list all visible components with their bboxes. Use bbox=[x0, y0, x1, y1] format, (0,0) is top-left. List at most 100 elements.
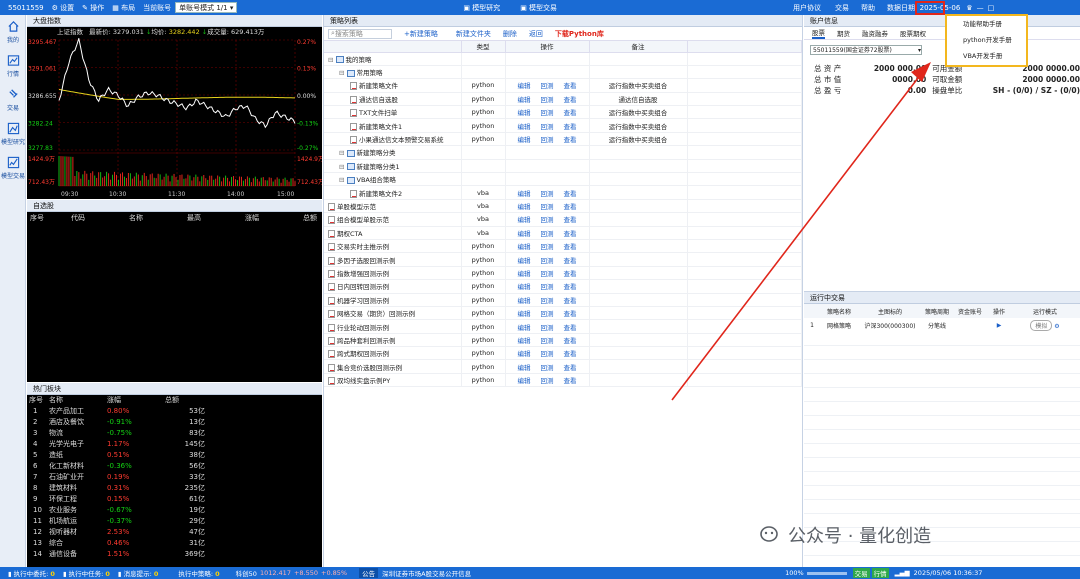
view-link[interactable]: 查看 bbox=[564, 203, 577, 211]
view-link[interactable]: 查看 bbox=[564, 364, 577, 372]
back-button[interactable]: 返回 bbox=[529, 29, 543, 39]
edit-link[interactable]: 编辑 bbox=[518, 82, 531, 90]
edit-link[interactable]: 编辑 bbox=[518, 297, 531, 305]
table-row[interactable]: 2 酒店及餐饮 -0.91% 13亿 bbox=[27, 417, 322, 428]
help-menu[interactable]: 帮助 bbox=[861, 3, 875, 13]
strategy-name[interactable]: 期权CTA bbox=[337, 230, 362, 238]
delete-button[interactable]: 删除 bbox=[503, 29, 517, 39]
notice-text[interactable]: 深圳证券市场A股交易公开信息 bbox=[382, 568, 471, 578]
backtest-link[interactable]: 回测 bbox=[541, 123, 554, 131]
table-row[interactable]: 5 造纸 0.51% 38亿 bbox=[27, 450, 322, 461]
table-row[interactable]: 跨式期权回测示例 python 编辑 回测 查看 bbox=[324, 346, 802, 361]
exec-order-status[interactable]: ▮ 执行中委托: 0 bbox=[8, 568, 55, 578]
strategy-name[interactable]: VBA组合策略 bbox=[357, 176, 396, 184]
edit-link[interactable]: 编辑 bbox=[518, 243, 531, 251]
backtest-link[interactable]: 回测 bbox=[541, 230, 554, 238]
table-row[interactable]: 3 物流 -0.75% 83亿 bbox=[27, 428, 322, 439]
backtest-link[interactable]: 回测 bbox=[541, 216, 554, 224]
backtest-link[interactable]: 回测 bbox=[541, 203, 554, 211]
strategy-name[interactable]: TXT文件扫单 bbox=[359, 109, 397, 117]
edit-link[interactable]: 编辑 bbox=[518, 136, 531, 144]
backtest-link[interactable]: 回测 bbox=[541, 136, 554, 144]
table-row[interactable]: 通达信自选股 python 编辑 回测 查看 通达信自选股 bbox=[324, 92, 802, 107]
table-row[interactable]: 1 农产品加工 0.80% 53亿 bbox=[27, 406, 322, 417]
operate-button[interactable]: ✎ 操作 bbox=[82, 3, 104, 13]
search-input[interactable]: 搜索策略 bbox=[335, 29, 363, 39]
table-row[interactable]: 网格交易（期货）回测示例 python 编辑 回测 查看 bbox=[324, 306, 802, 321]
strategy-name[interactable]: 通达信自选股 bbox=[359, 96, 398, 104]
table-row[interactable]: ⊟ 新建策略分类1 bbox=[324, 159, 802, 174]
view-link[interactable]: 查看 bbox=[564, 230, 577, 238]
backtest-link[interactable]: 回测 bbox=[541, 270, 554, 278]
backtest-link[interactable]: 回测 bbox=[541, 364, 554, 372]
message-status[interactable]: ▮ 消息提示: 0 bbox=[118, 568, 158, 578]
backtest-link[interactable]: 回测 bbox=[541, 337, 554, 345]
edit-link[interactable]: 编辑 bbox=[518, 337, 531, 345]
table-row[interactable]: TXT文件扫单 python 编辑 回测 查看 运行指数中买卖组合 bbox=[324, 105, 802, 120]
nav-item-mine[interactable]: 我的 bbox=[0, 15, 26, 49]
strategy-name[interactable]: 新建策略文件 bbox=[359, 82, 398, 90]
play-icon[interactable]: ▶ bbox=[988, 318, 1010, 332]
view-link[interactable]: 查看 bbox=[564, 257, 577, 265]
table-row[interactable]: 行业轮动回测示例 python 编辑 回测 查看 bbox=[324, 319, 802, 334]
strategy-name[interactable]: 小果通达信文本预警交易系统 bbox=[359, 136, 444, 144]
table-row[interactable]: 期权CTA vba 编辑 回测 查看 bbox=[324, 226, 802, 240]
table-row[interactable]: 组合模型单股示范 vba 编辑 回测 查看 bbox=[324, 212, 802, 227]
backtest-link[interactable]: 回测 bbox=[541, 190, 554, 198]
run-mode-toggle[interactable]: 模拟 ⚙ bbox=[1010, 318, 1080, 332]
edit-link[interactable]: 编辑 bbox=[518, 270, 531, 278]
view-link[interactable]: 查看 bbox=[564, 310, 577, 318]
view-link[interactable]: 查看 bbox=[564, 96, 577, 104]
zoom-level[interactable]: 100% bbox=[785, 569, 804, 577]
collapse-icon[interactable]: ⊟ bbox=[328, 56, 336, 64]
collapse-icon[interactable]: ⊟ bbox=[339, 69, 347, 77]
edit-link[interactable]: 编辑 bbox=[518, 283, 531, 291]
tab-stock[interactable]: 股票 bbox=[812, 27, 825, 39]
strategy-name[interactable]: 我的策略 bbox=[346, 56, 372, 64]
strategy-name[interactable]: 集合竞价选股回测示例 bbox=[337, 364, 402, 372]
table-row[interactable]: 13 综合 0.46% 31亿 bbox=[27, 538, 322, 549]
backtest-link[interactable]: 回测 bbox=[541, 297, 554, 305]
strategy-name[interactable]: 单股模型示范 bbox=[337, 203, 376, 211]
table-row[interactable]: ⊟ VBA组合策略 bbox=[324, 172, 802, 187]
view-link[interactable]: 查看 bbox=[564, 243, 577, 251]
edit-link[interactable]: 编辑 bbox=[518, 216, 531, 224]
table-row[interactable]: 11 机场航运 -0.37% 29亿 bbox=[27, 516, 322, 527]
backtest-link[interactable]: 回测 bbox=[541, 109, 554, 117]
user-agreement-link[interactable]: 用户协议 bbox=[793, 3, 821, 13]
tab-margin[interactable]: 融资融券 bbox=[862, 28, 888, 38]
table-row[interactable]: 9 环保工程 0.15% 61亿 bbox=[27, 494, 322, 505]
strategy-name[interactable]: 交易实时主推示例 bbox=[337, 243, 389, 251]
gear-icon[interactable]: ⚙ bbox=[1054, 323, 1059, 330]
table-row[interactable]: 14 通信设备 1.51% 369亿 bbox=[27, 549, 322, 560]
menu-item-python-manual[interactable]: python开发手册 bbox=[947, 32, 1026, 48]
edit-link[interactable]: 编辑 bbox=[518, 230, 531, 238]
table-row[interactable]: 新建策略文件 python 编辑 回测 查看 运行指数中买卖组合 bbox=[324, 78, 802, 93]
strategy-name[interactable]: 跨式期权回测示例 bbox=[337, 350, 389, 358]
strategy-name[interactable]: 日内回转回测示例 bbox=[337, 283, 389, 291]
new-folder-button[interactable]: 新建文件夹 bbox=[456, 29, 491, 39]
backtest-link[interactable]: 回测 bbox=[541, 257, 554, 265]
view-link[interactable]: 查看 bbox=[564, 350, 577, 358]
strategy-name[interactable]: 常用策略 bbox=[357, 69, 383, 77]
strategy-name[interactable]: 组合模型单股示范 bbox=[337, 216, 389, 224]
menu-item-vba-manual[interactable]: VBA开发手册 bbox=[947, 48, 1026, 64]
strategy-search-box[interactable]: ⌕ 搜索策略 bbox=[328, 28, 392, 39]
view-link[interactable]: 查看 bbox=[564, 109, 577, 117]
tab-model-research[interactable]: ▣ 模型研究 bbox=[463, 3, 500, 13]
edit-link[interactable]: 编辑 bbox=[518, 203, 531, 211]
backtest-link[interactable]: 回测 bbox=[541, 96, 554, 104]
collapse-icon[interactable]: ⊟ bbox=[339, 163, 347, 171]
edit-link[interactable]: 编辑 bbox=[518, 377, 531, 385]
strategy-name[interactable]: 网格交易（期货）回测示例 bbox=[337, 310, 415, 318]
strategy-name[interactable]: 新建策略分类 bbox=[357, 149, 396, 157]
table-row[interactable]: 7 石油矿业开 0.19% 33亿 bbox=[27, 472, 322, 483]
tab-model-trade[interactable]: ▣ 模型交易 bbox=[520, 3, 557, 13]
view-link[interactable]: 查看 bbox=[564, 123, 577, 131]
view-link[interactable]: 查看 bbox=[564, 283, 577, 291]
strategy-name[interactable]: 指数增强回测示例 bbox=[337, 270, 389, 278]
account-select[interactable]: 55011559(国金证券72股票) ▾ bbox=[810, 45, 922, 55]
intraday-chart[interactable]: 3295.467 3291.061 3286.655 3282.24 3277.83 14… bbox=[27, 38, 322, 199]
table-row[interactable]: 指数增强回测示例 python 编辑 回测 查看 bbox=[324, 266, 802, 281]
table-row[interactable]: 多因子选股回测示例 python 编辑 回测 查看 bbox=[324, 252, 802, 267]
